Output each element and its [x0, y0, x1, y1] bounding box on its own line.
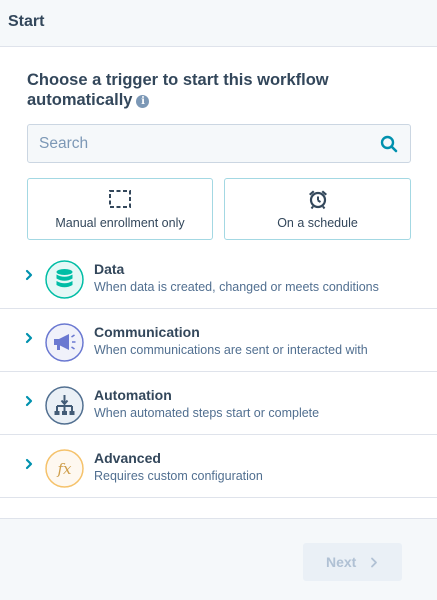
on-a-schedule-label: On a schedule	[277, 216, 358, 230]
chevron-right-icon	[25, 269, 33, 281]
search-icon[interactable]	[380, 135, 398, 153]
page-heading: Choose a trigger to start this workflow …	[27, 70, 357, 110]
function-icon: fx	[45, 449, 84, 488]
alarm-clock-icon	[308, 190, 327, 210]
panel-title: Start	[8, 13, 45, 30]
next-label: Next	[326, 554, 357, 570]
panel-header: Start	[0, 0, 437, 47]
database-icon	[45, 260, 84, 299]
megaphone-icon	[45, 323, 84, 362]
chevron-right-icon	[25, 458, 33, 470]
chevron-right-icon	[25, 395, 33, 407]
next-button[interactable]: Next	[303, 543, 402, 581]
category-data[interactable]: Data When data is created, changed or me…	[0, 246, 437, 309]
category-description: Requires custom configuration	[94, 469, 263, 483]
chevron-right-icon	[25, 332, 33, 344]
dashed-square-icon	[109, 190, 131, 208]
search-input[interactable]	[28, 125, 368, 162]
category-description: When automated steps start or complete	[94, 406, 320, 420]
category-description: When communications are sent or interact…	[94, 343, 368, 357]
category-advanced[interactable]: fx Advanced Requires custom configuratio…	[0, 435, 437, 498]
category-description: When data is created, changed or meets c…	[94, 280, 379, 294]
chevron-right-icon	[371, 557, 377, 568]
on-a-schedule-option[interactable]: On a schedule	[224, 178, 411, 240]
heading-text: Choose a trigger to start this workflow …	[27, 71, 329, 109]
info-icon[interactable]: i	[136, 95, 150, 108]
category-title: Communication	[94, 324, 200, 340]
category-communication[interactable]: Communication When communications are se…	[0, 309, 437, 372]
manual-enrollment-option[interactable]: Manual enrollment only	[27, 178, 213, 240]
panel-footer: Next	[0, 518, 437, 600]
manual-enrollment-label: Manual enrollment only	[55, 216, 185, 230]
category-title: Advanced	[94, 450, 161, 466]
svg-text:fx: fx	[56, 460, 72, 478]
category-title: Data	[94, 261, 125, 277]
workflow-icon	[45, 386, 84, 425]
category-title: Automation	[94, 387, 172, 403]
search-box	[27, 124, 411, 163]
category-automation[interactable]: Automation When automated steps start or…	[0, 372, 437, 435]
